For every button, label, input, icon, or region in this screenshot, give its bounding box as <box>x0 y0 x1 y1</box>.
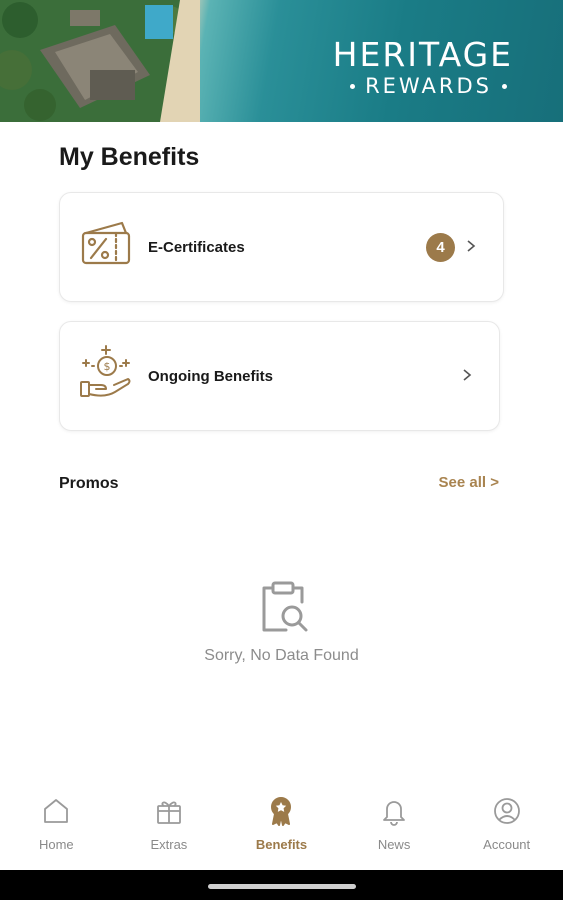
ongoing-benefits-label: Ongoing Benefits <box>148 368 273 385</box>
nav-label: Account <box>483 837 531 852</box>
dot-icon <box>502 84 507 89</box>
promos-title: Promos <box>59 475 119 492</box>
bottom-navigation: Home Extras Benefits News Account <box>0 780 563 870</box>
svg-text:$: $ <box>104 360 111 373</box>
clipboard-search-icon <box>262 581 308 632</box>
empty-state-text: Sorry, No Data Found <box>204 647 359 664</box>
brand-subtitle: REWARDS <box>350 76 507 97</box>
nav-home[interactable]: Home <box>0 780 113 870</box>
award-badge-icon <box>271 797 292 826</box>
count-badge: 4 <box>426 233 455 262</box>
coin-hand-icon: $ <box>80 345 131 397</box>
nav-news[interactable]: News <box>338 780 451 870</box>
nav-extras[interactable]: Extras <box>113 780 226 870</box>
e-certificates-card[interactable]: E-Certificates 4 <box>59 192 504 302</box>
nav-label: News <box>377 837 411 852</box>
nav-account[interactable]: Account <box>450 780 563 870</box>
home-gesture-handle[interactable] <box>208 884 356 889</box>
e-certificates-label: E-Certificates <box>148 239 245 256</box>
nav-benefits[interactable]: Benefits <box>225 780 338 870</box>
nav-label: Home <box>38 837 74 852</box>
user-circle-icon <box>493 798 520 824</box>
resort-aerial-image <box>0 0 200 122</box>
chevron-right-icon <box>467 240 476 252</box>
page-title: My Benefits <box>59 143 200 171</box>
system-navigation-bar <box>0 870 563 900</box>
header-banner: HERITAGE REWARDS <box>0 0 563 122</box>
bell-icon <box>383 801 405 826</box>
see-all-link[interactable]: See all > <box>439 474 499 491</box>
percent-ticket-icon <box>81 221 131 265</box>
ongoing-benefits-card[interactable]: $ Ongoing Benefits <box>59 321 500 431</box>
nav-label: Benefits <box>255 837 308 852</box>
home-icon <box>44 799 69 823</box>
chevron-right-icon <box>463 369 472 381</box>
dot-icon <box>350 84 356 89</box>
brand-subtitle-text: REWARDS <box>365 74 492 98</box>
brand-title: HERITAGE <box>332 35 513 74</box>
gift-icon <box>156 801 181 824</box>
nav-label: Extras <box>150 837 188 852</box>
